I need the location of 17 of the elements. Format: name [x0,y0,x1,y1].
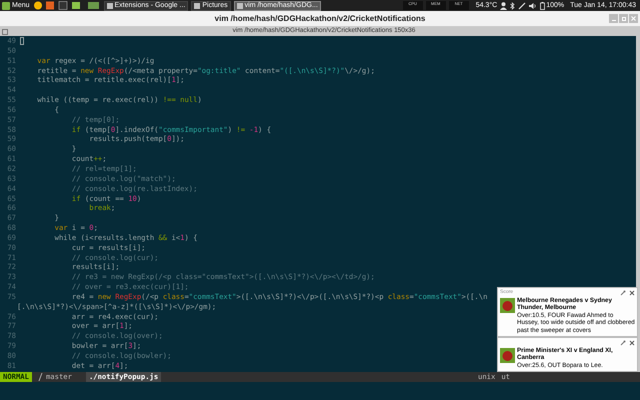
cricket-ball-icon [500,348,515,364]
terminal-icon[interactable] [2,28,8,34]
user-icon[interactable] [500,2,508,10]
cricket-ball-icon [500,298,515,313]
volume-icon[interactable] [529,2,538,10]
bluetooth-icon[interactable] [510,2,516,10]
battery-icon[interactable] [540,2,546,10]
wrench-icon[interactable] [620,340,626,346]
window-title: vim /home/hash/GDGHackathon/v2/CricketNotifications [214,12,426,24]
launcher-icons[interactable] [32,1,101,10]
close-icon [631,16,636,21]
branch-icon [38,373,43,381]
close-icon[interactable] [629,340,635,346]
wrench-icon[interactable] [620,290,626,296]
pen-icon[interactable] [518,2,526,10]
menu-icon [2,2,10,10]
close-icon[interactable] [629,290,635,296]
